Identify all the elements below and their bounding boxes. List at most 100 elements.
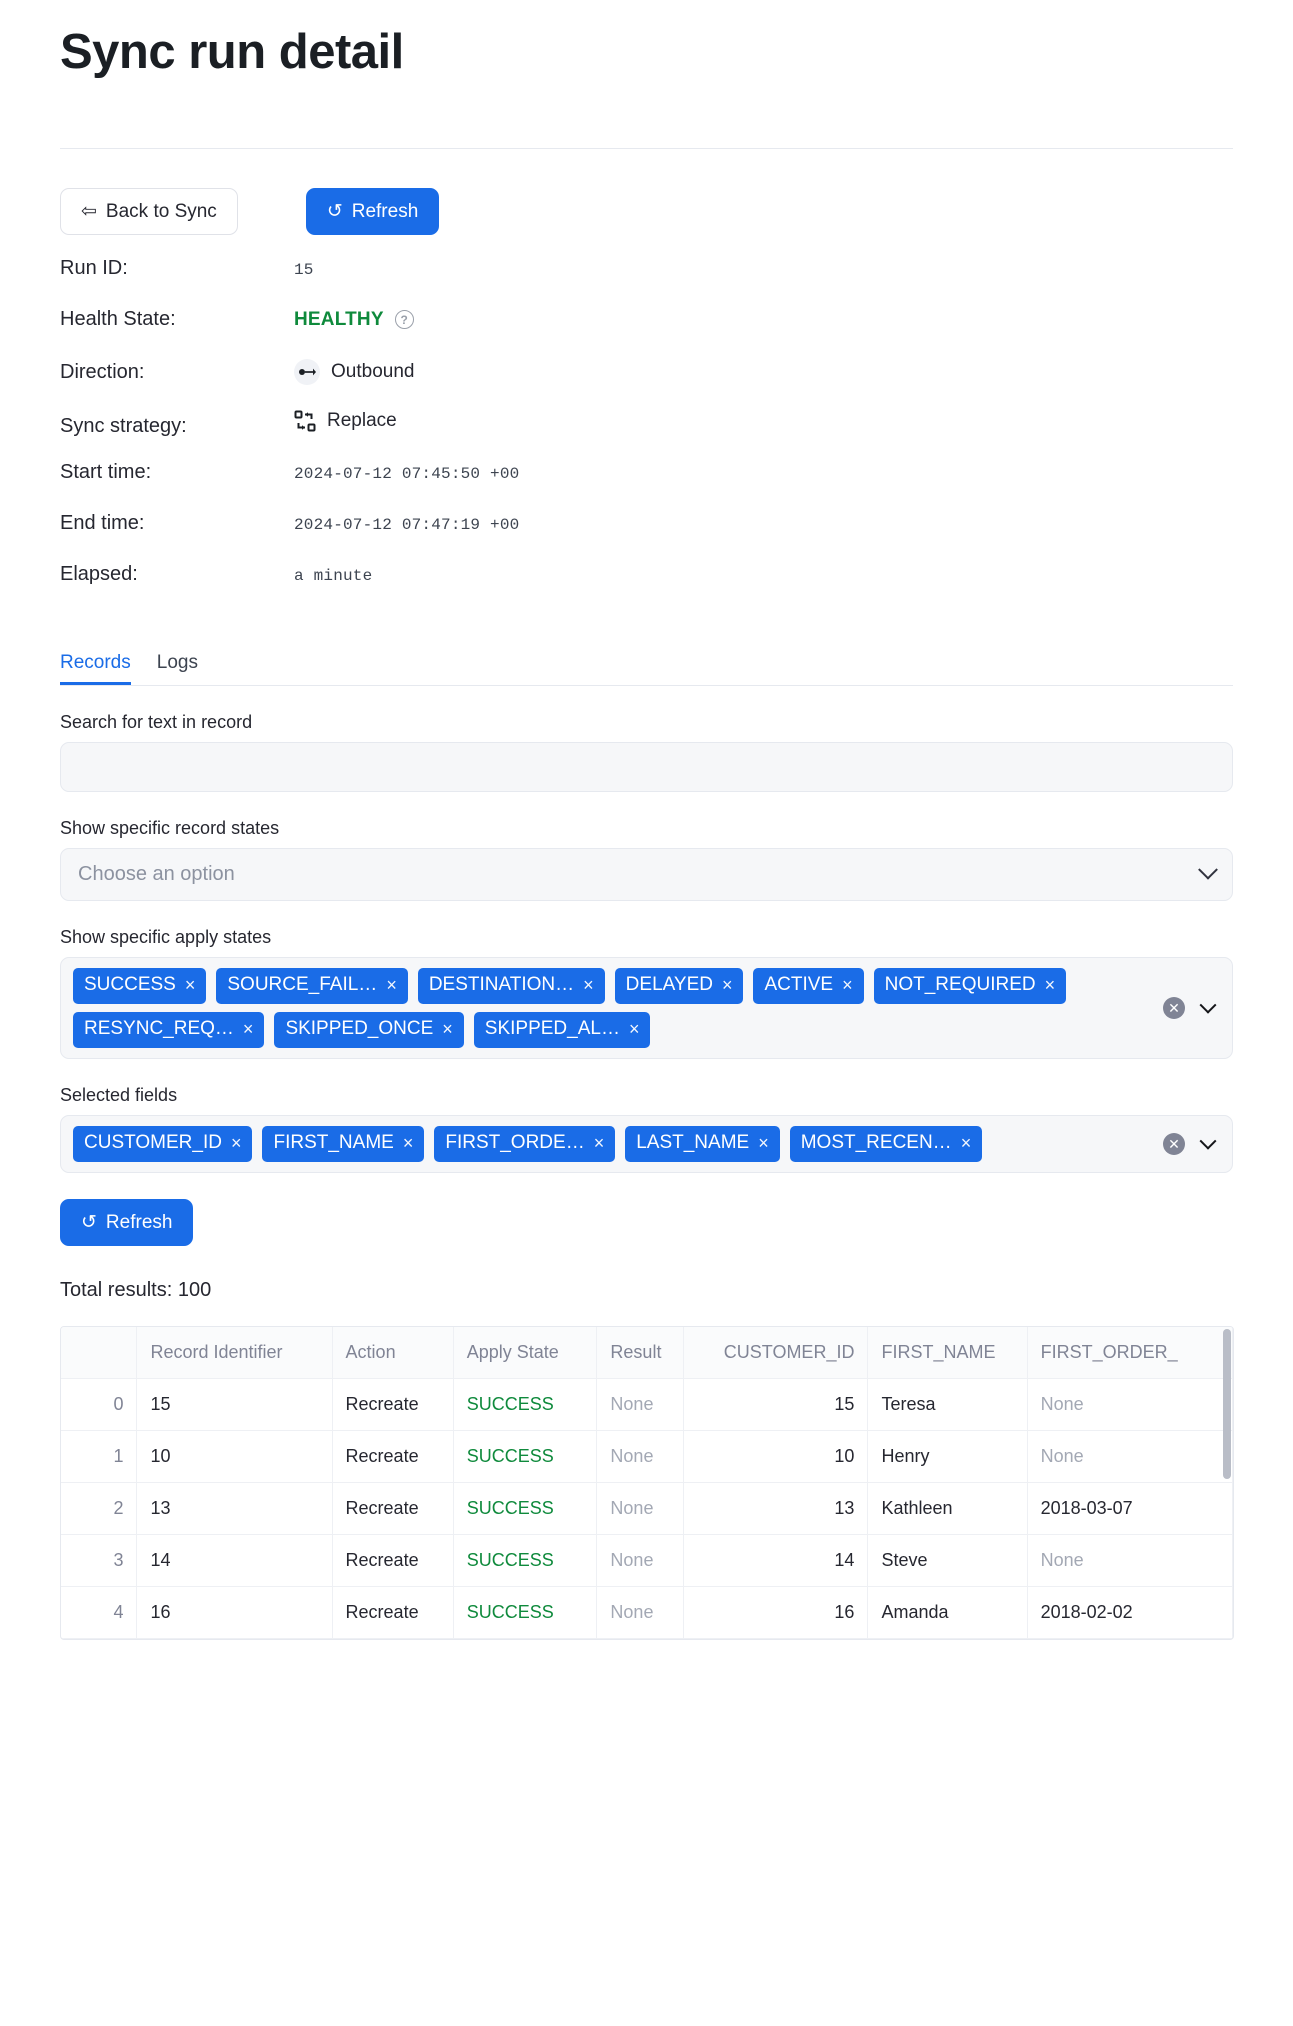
apply-state-chip-label: DESTINATION…: [428, 973, 575, 995]
meta-value-run-id: 15: [294, 260, 314, 279]
tab-bar: Records Logs: [60, 652, 1233, 686]
selected-field-chip[interactable]: LAST_NAME ×: [625, 1125, 780, 1162]
records-table-body: 0 15 Recreate SUCCESS None 15 Teresa None 1 10 Rec…: [61, 1378, 1233, 1640]
cell-apply-state: SUCCESS: [453, 1378, 598, 1432]
selected-field-chip[interactable]: FIRST_NAME ×: [262, 1125, 425, 1162]
cell-customer-id: 14: [683, 1534, 869, 1588]
cell-first-name: Amanda: [867, 1586, 1028, 1640]
table-row[interactable]: 3 14 Recreate SUCCESS None 14 Steve None: [61, 1534, 1233, 1588]
col-header-action[interactable]: Action: [332, 1326, 454, 1380]
search-input[interactable]: [60, 741, 1233, 792]
meta-label-end-time: End time:: [60, 511, 145, 534]
tab-records[interactable]: Records: [60, 652, 131, 685]
chevron-down-icon[interactable]: [1199, 996, 1217, 1014]
selected-field-chip-label: FIRST_ORDE…: [445, 1131, 585, 1153]
cell-first-name: Henry: [867, 1430, 1028, 1484]
records-table: Record Identifier Action Apply State Res…: [61, 1326, 1233, 1640]
record-states-select[interactable]: Choose an option: [60, 847, 1233, 901]
question-mark-icon[interactable]: ?: [394, 310, 414, 330]
selected-fields-chip-list: CUSTOMER_ID × FIRST_NAME × FIRST_ORDE… × LAST_…: [73, 1125, 1153, 1162]
apply-state-chip[interactable]: RESYNC_REQ… ×: [73, 1011, 265, 1048]
table-row[interactable]: 4 16 Recreate SUCCESS None 16 Amanda 2018-02-02: [61, 1586, 1233, 1640]
close-x-icon[interactable]: ×: [231, 1134, 242, 1152]
cell-customer-id: 16: [683, 1586, 869, 1640]
meta-row-direction: Direction: Outbound: [60, 358, 1233, 410]
cell-first-name: Steve: [867, 1534, 1028, 1588]
close-x-icon[interactable]: ×: [243, 1020, 254, 1038]
close-x-icon[interactable]: ×: [1045, 976, 1056, 994]
apply-state-chip-label: SKIPPED_ONCE: [285, 1017, 434, 1039]
selected-field-chip-label: CUSTOMER_ID: [84, 1131, 222, 1153]
cell-result: None: [596, 1430, 684, 1484]
chevron-down-icon[interactable]: [1199, 1132, 1217, 1150]
records-table-head: Record Identifier Action Apply State Res…: [61, 1326, 1233, 1380]
close-x-icon[interactable]: ×: [185, 976, 196, 994]
outbound-arrow-icon: [294, 358, 320, 385]
table-vertical-scrollbar[interactable]: [1223, 1328, 1231, 1479]
close-x-icon[interactable]: ×: [629, 1020, 640, 1038]
meta-row-sync-strategy: Sync strategy: Replace: [60, 410, 1233, 461]
back-to-sync-button[interactable]: ⇦ Back to Sync: [60, 187, 238, 235]
apply-state-chip[interactable]: SOURCE_FAIL… ×: [216, 967, 408, 1004]
table-row[interactable]: 2 13 Recreate SUCCESS None 13 Kathleen 2018-03-…: [61, 1482, 1233, 1536]
cell-action: Recreate: [332, 1430, 454, 1484]
page-root: Sync run detail ⇦ Back to Sync ↺ Refresh…: [0, 25, 1293, 1641]
apply-state-chip-label: SUCCESS: [84, 973, 176, 995]
cell-record-identifier: 14: [136, 1534, 333, 1588]
clear-circle-icon[interactable]: ✕: [1163, 1132, 1185, 1155]
cell-first-name: Teresa: [867, 1378, 1028, 1432]
refresh-button-top[interactable]: ↺ Refresh: [305, 187, 440, 235]
title-divider: [60, 147, 1233, 149]
tab-logs[interactable]: Logs: [157, 652, 198, 685]
selected-field-chip[interactable]: CUSTOMER_ID ×: [73, 1125, 253, 1162]
table-row[interactable]: 1 10 Recreate SUCCESS None 10 Henry None: [61, 1430, 1233, 1484]
apply-state-chip[interactable]: SKIPPED_AL… ×: [473, 1011, 651, 1048]
close-x-icon[interactable]: ×: [961, 1134, 972, 1152]
apply-state-chip[interactable]: SUCCESS ×: [73, 967, 207, 1004]
apply-state-chip-label: SOURCE_FAIL…: [227, 973, 378, 995]
table-row[interactable]: 0 15 Recreate SUCCESS None 15 Teresa None: [61, 1378, 1233, 1432]
close-x-icon[interactable]: ×: [442, 1020, 453, 1038]
close-x-icon[interactable]: ×: [403, 1134, 414, 1152]
refresh-button-filters[interactable]: ↺ Refresh: [60, 1198, 194, 1246]
col-header-first-order[interactable]: FIRST_ORDER_: [1027, 1326, 1233, 1380]
status-badge: HEALTHY: [294, 308, 384, 330]
selected-field-chip[interactable]: FIRST_ORDE… ×: [434, 1125, 616, 1162]
meta-label-health-state: Health State:: [60, 307, 176, 330]
close-x-icon[interactable]: ×: [722, 976, 733, 994]
apply-states-multiselect[interactable]: SUCCESS × SOURCE_FAIL… × DESTINATION… × DELAYE…: [60, 956, 1233, 1059]
cell-action: Recreate: [332, 1534, 454, 1588]
cell-index: 0: [61, 1378, 138, 1432]
col-header-customer-id[interactable]: CUSTOMER_ID: [683, 1326, 869, 1380]
close-x-icon[interactable]: ×: [583, 976, 594, 994]
apply-state-chip[interactable]: ACTIVE ×: [753, 967, 864, 1004]
meta-label-sync-strategy: Sync strategy:: [60, 414, 187, 437]
col-header-record-identifier[interactable]: Record Identifier: [136, 1326, 333, 1380]
apply-states-controls: ✕: [1163, 996, 1220, 1019]
clear-circle-icon[interactable]: ✕: [1163, 996, 1185, 1019]
apply-state-chip[interactable]: SKIPPED_ONCE ×: [274, 1011, 464, 1048]
apply-state-chip[interactable]: DELAYED ×: [614, 967, 744, 1004]
cell-customer-id: 13: [683, 1482, 869, 1536]
cell-result: None: [596, 1482, 684, 1536]
chevron-down-icon: [1198, 860, 1218, 881]
apply-state-chip-label: SKIPPED_AL…: [484, 1017, 620, 1039]
col-header-result[interactable]: Result: [596, 1326, 684, 1380]
apply-state-chip[interactable]: NOT_REQUIRED ×: [873, 967, 1067, 1004]
selected-fields-multiselect[interactable]: CUSTOMER_ID × FIRST_NAME × FIRST_ORDE… × LAST_…: [60, 1114, 1233, 1173]
cell-record-identifier: 10: [136, 1430, 333, 1484]
cell-first-order: 2018-02-02: [1027, 1586, 1233, 1640]
col-header-index[interactable]: [61, 1326, 138, 1380]
col-header-apply-state[interactable]: Apply State: [453, 1326, 598, 1380]
close-x-icon[interactable]: ×: [594, 1134, 605, 1152]
meta-row-start-time: Start time: 2024-07-12 07:45:50 +00:0: [60, 461, 1233, 512]
apply-state-chip-label: NOT_REQUIRED: [884, 973, 1036, 995]
col-header-first-name[interactable]: FIRST_NAME: [867, 1326, 1028, 1380]
record-states-placeholder: Choose an option: [78, 862, 235, 885]
close-x-icon[interactable]: ×: [842, 976, 853, 994]
selected-field-chip[interactable]: MOST_RECEN… ×: [789, 1125, 983, 1162]
replace-shuffle-icon: [294, 410, 316, 432]
close-x-icon[interactable]: ×: [386, 976, 397, 994]
apply-state-chip[interactable]: DESTINATION… ×: [417, 967, 605, 1004]
close-x-icon[interactable]: ×: [758, 1134, 769, 1152]
